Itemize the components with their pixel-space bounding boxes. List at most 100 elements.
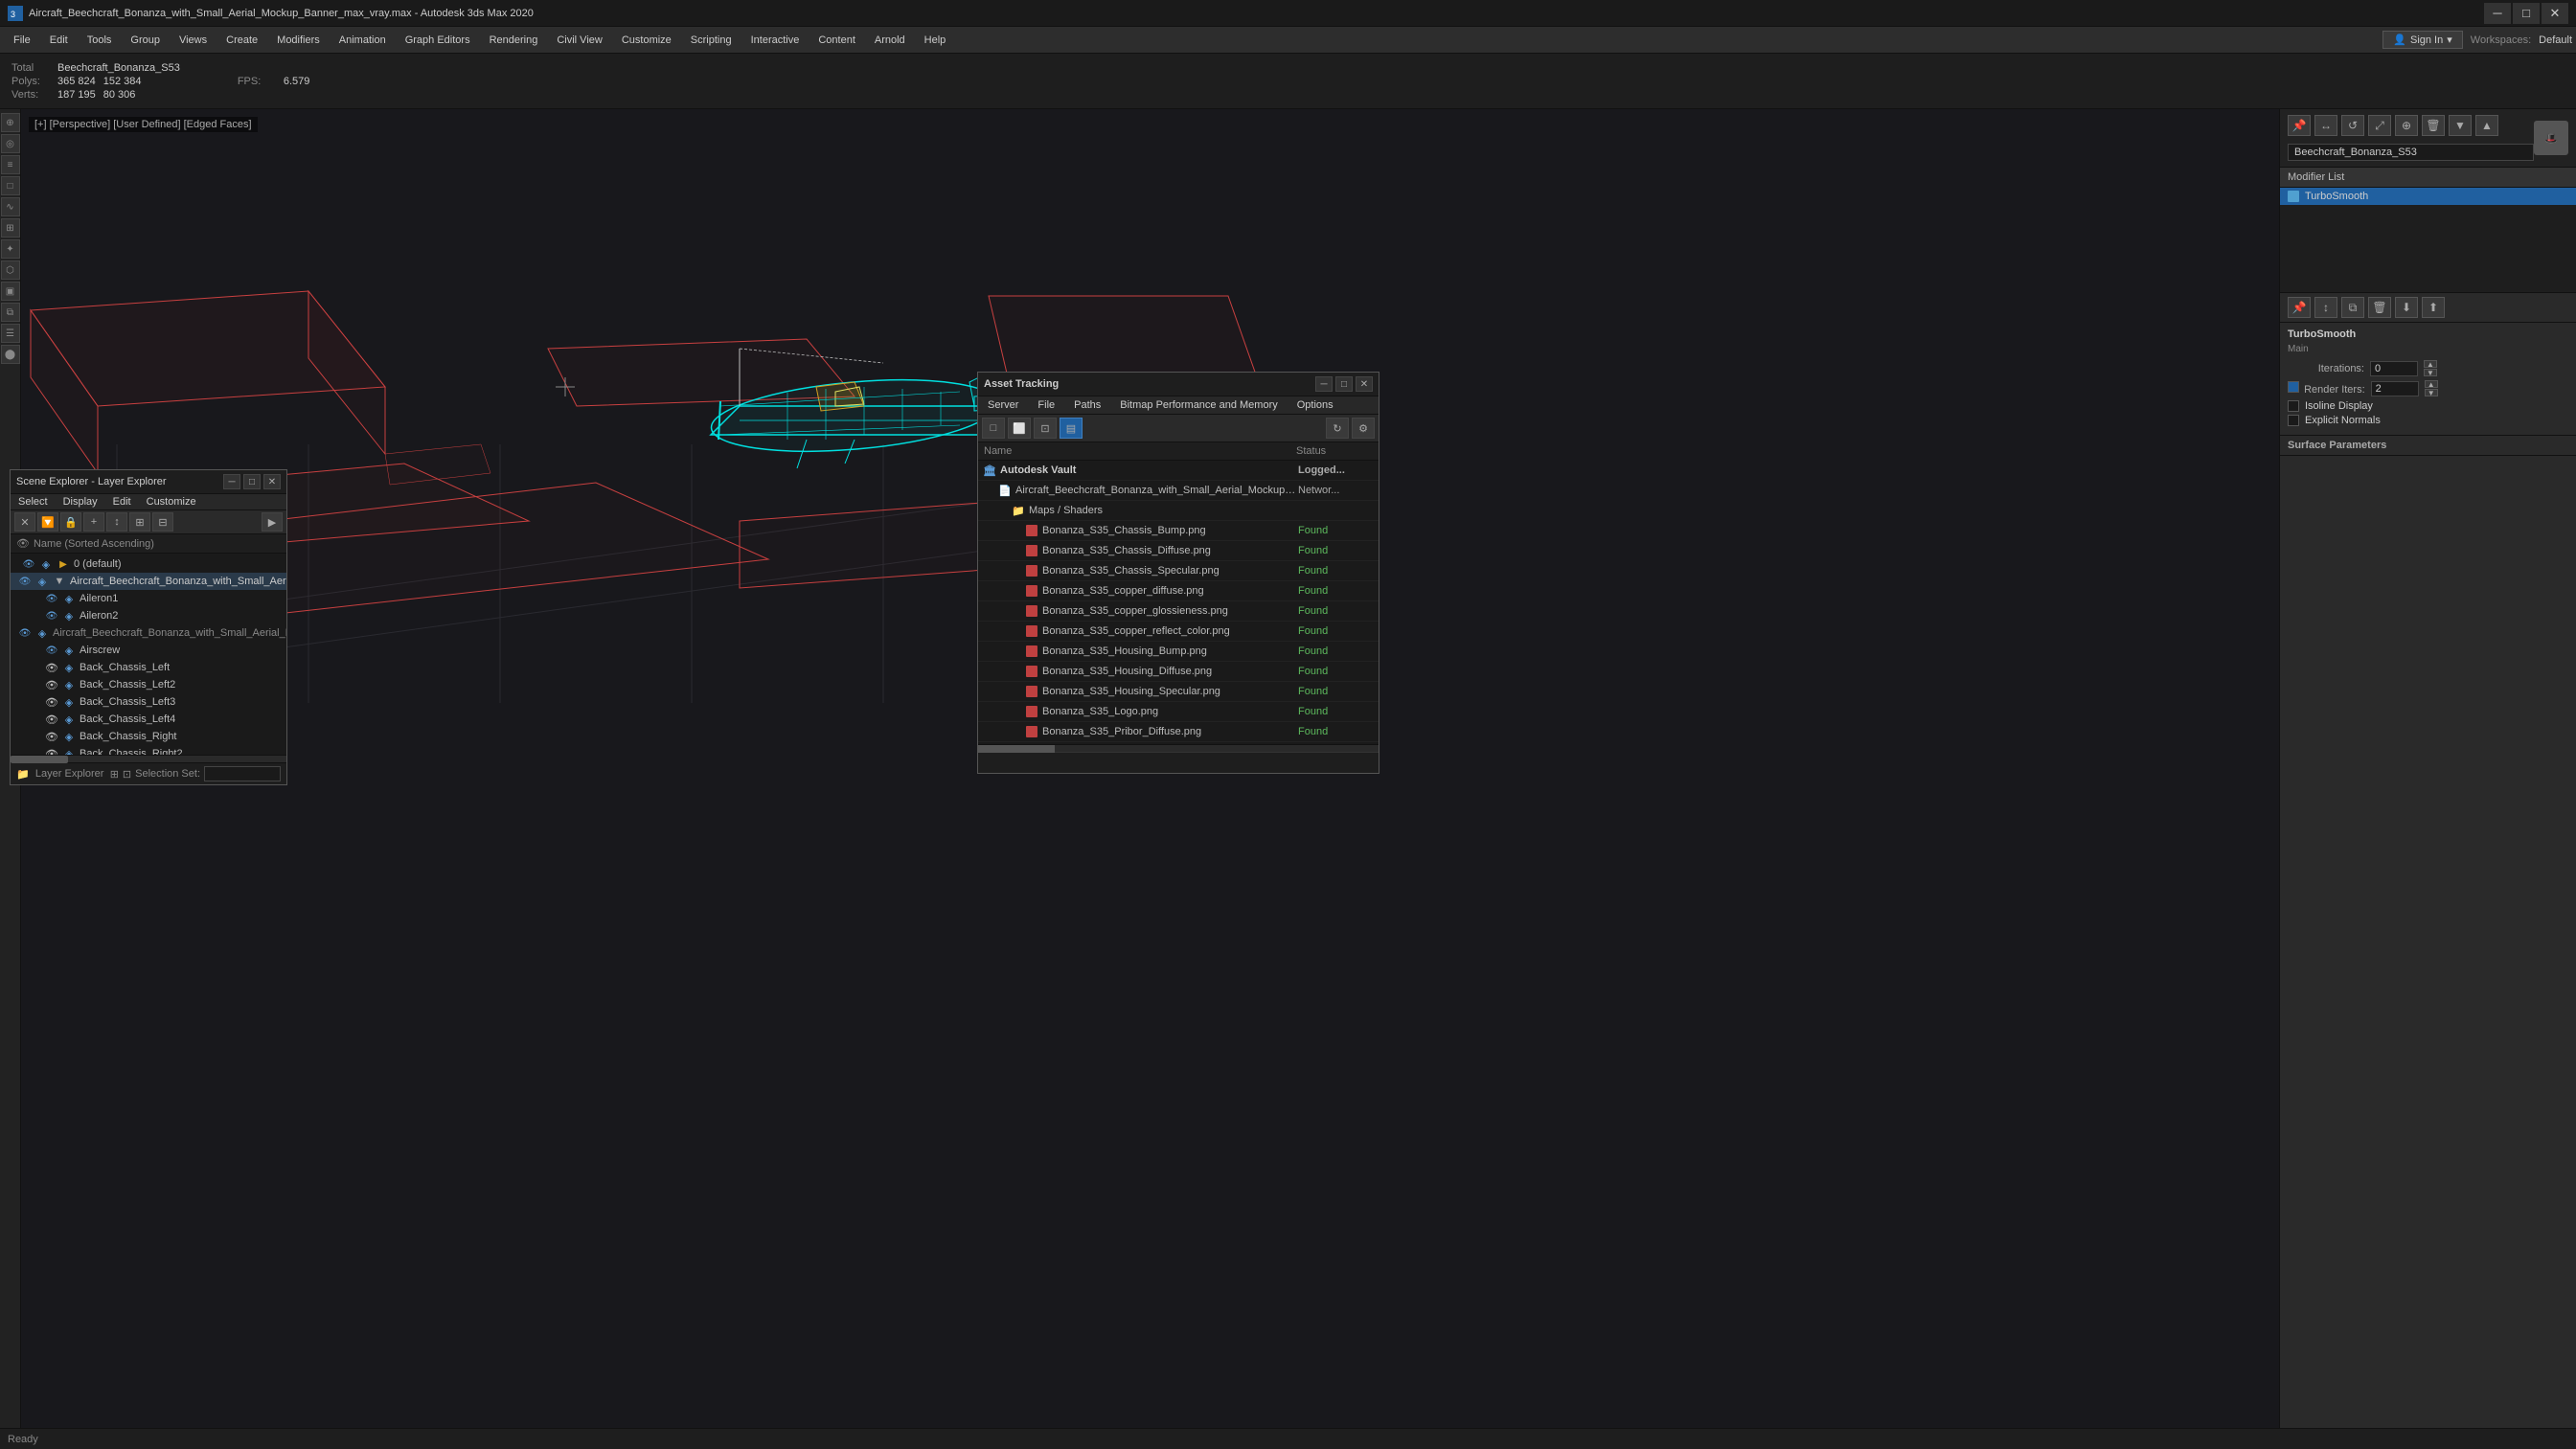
at-tree[interactable]: 🏛 Autodesk Vault Logged... 📄 Aircraft_Be…	[978, 461, 1379, 744]
se-tool-collapse[interactable]: ⊟	[152, 512, 173, 532]
left-tool-2[interactable]: ◎	[1, 134, 20, 153]
se-menu-customize[interactable]: Customize	[139, 494, 204, 509]
isoline-checkbox[interactable]	[2288, 400, 2299, 412]
menu-rendering[interactable]: Rendering	[480, 27, 548, 54]
at-menu-server[interactable]: Server	[978, 396, 1028, 414]
left-tool-4[interactable]: □	[1, 176, 20, 195]
se-tool-filter[interactable]: 🔽	[37, 512, 58, 532]
se-scrollbar[interactable]	[11, 755, 286, 762]
rp-tool-5[interactable]: ⊕	[2395, 115, 2418, 136]
rp-tool-scale[interactable]: ⤢	[2368, 115, 2391, 136]
mod-tool-move[interactable]: ↕	[2314, 297, 2337, 318]
render-iters-up[interactable]: ▲	[2425, 380, 2438, 388]
at-menu-paths[interactable]: Paths	[1064, 396, 1110, 414]
tree-item-back-chassis-left2[interactable]: 👁 ◈ Back_Chassis_Left2	[11, 676, 286, 693]
tree-item-back-chassis-left3[interactable]: 👁 ◈ Back_Chassis_Left3	[11, 693, 286, 711]
tree-item-airscrew[interactable]: 👁 ◈ Airscrew	[11, 642, 286, 659]
menu-scripting[interactable]: Scripting	[681, 27, 741, 54]
se-menu-edit[interactable]: Edit	[105, 494, 139, 509]
scene-canvas[interactable]: [+] [Perspective] [User Defined] [Edged …	[21, 109, 2279, 1449]
at-file-item[interactable]: 📄 Aircraft_Beechcraft_Bonanza_with_Small…	[978, 481, 1379, 501]
se-tool-sort[interactable]: ↕	[106, 512, 127, 532]
at-tex-chassis-bump[interactable]: Bonanza_S35_Chassis_Bump.png Found	[978, 521, 1379, 541]
left-tool-9[interactable]: ▣	[1, 282, 20, 301]
menu-civil-view[interactable]: Civil View	[547, 27, 611, 54]
left-tool-5[interactable]: ∿	[1, 197, 20, 216]
menu-views[interactable]: Views	[170, 27, 217, 54]
modifier-list-content[interactable]: TurboSmooth	[2280, 188, 2576, 293]
at-menu-bitmap[interactable]: Bitmap Performance and Memory	[1110, 396, 1287, 414]
at-tex-chassis-diffuse[interactable]: Bonanza_S35_Chassis_Diffuse.png Found	[978, 541, 1379, 561]
iterations-up[interactable]: ▲	[2424, 360, 2437, 368]
rp-tool-pin[interactable]: 📌	[2288, 115, 2311, 136]
menu-graph-editors[interactable]: Graph Editors	[396, 27, 480, 54]
left-tool-7[interactable]: ✦	[1, 239, 20, 259]
close-button[interactable]: ✕	[2542, 3, 2568, 24]
at-tex-copper-reflect[interactable]: Bonanza_S35_copper_reflect_color.png Fou…	[978, 622, 1379, 642]
menu-group[interactable]: Group	[121, 27, 170, 54]
se-minimize-button[interactable]: ─	[223, 474, 240, 489]
left-tool-11[interactable]: ☰	[1, 324, 20, 343]
mod-tool-collapse[interactable]: ⬇	[2395, 297, 2418, 318]
left-tool-8[interactable]: ⬡	[1, 260, 20, 280]
se-tool-lock[interactable]: 🔒	[60, 512, 81, 532]
maximize-button[interactable]: □	[2513, 3, 2540, 24]
tree-item-back-chassis-left[interactable]: 👁 ◈ Back_Chassis_Left	[11, 659, 286, 676]
menu-tools[interactable]: Tools	[78, 27, 122, 54]
at-maps-folder[interactable]: 📁 Maps / Shaders	[978, 501, 1379, 521]
left-tool-10[interactable]: ⧉	[1, 303, 20, 322]
at-tool-settings[interactable]: ⚙	[1352, 418, 1375, 439]
left-tool-3[interactable]: ≡	[1, 155, 20, 174]
selection-set-input[interactable]	[204, 766, 281, 781]
rp-tool-6[interactable]: 🗑	[2422, 115, 2445, 136]
at-menu-file[interactable]: File	[1028, 396, 1064, 414]
modifier-turbosmooth[interactable]: TurboSmooth	[2280, 188, 2576, 205]
minimize-button[interactable]: ─	[2484, 3, 2511, 24]
menu-file[interactable]: File	[4, 27, 40, 54]
left-tool-12[interactable]: ⬤	[1, 345, 20, 364]
se-tool-x[interactable]: ✕	[14, 512, 35, 532]
at-scrollbar[interactable]	[978, 744, 1379, 752]
at-minimize-button[interactable]: ─	[1315, 376, 1333, 392]
at-tool-4[interactable]: ▤	[1060, 418, 1083, 439]
menu-edit[interactable]: Edit	[40, 27, 78, 54]
menu-content[interactable]: Content	[809, 27, 865, 54]
at-tex-copper-diffuse[interactable]: Bonanza_S35_copper_diffuse.png Found	[978, 581, 1379, 601]
menu-animation[interactable]: Animation	[330, 27, 396, 54]
tree-item-back-chassis-right2[interactable]: 👁 ◈ Back_Chassis_Right2	[11, 745, 286, 755]
se-tool-expand[interactable]: ⊞	[129, 512, 150, 532]
scene-explorer-titlebar[interactable]: Scene Explorer - Layer Explorer ─ □ ✕	[11, 470, 286, 494]
at-tool-1[interactable]: □	[982, 418, 1005, 439]
tree-item-aircraft-parent[interactable]: 👁 ◈ ▼ Aircraft_Beechcraft_Bonanza_with_S…	[11, 573, 286, 590]
iterations-down[interactable]: ▼	[2424, 369, 2437, 376]
sign-in-button[interactable]: 👤 Sign In ▾	[2382, 31, 2462, 49]
iterations-input[interactable]	[2370, 361, 2418, 376]
render-iters-checkbox[interactable]	[2288, 381, 2299, 393]
at-input-bar[interactable]	[978, 752, 1379, 773]
viewport-area[interactable]: [+] [Perspective] [User Defined] [Edged …	[21, 109, 2279, 1449]
rp-tool-7[interactable]: ▼	[2449, 115, 2472, 136]
at-tex-pribor[interactable]: Bonanza_S35_Pribor_Diffuse.png Found	[978, 722, 1379, 742]
se-close-button[interactable]: ✕	[263, 474, 281, 489]
at-tex-housing-specular[interactable]: Bonanza_S35_Housing_Specular.png Found	[978, 682, 1379, 702]
se-menu-display[interactable]: Display	[56, 494, 105, 509]
at-tex-housing-bump[interactable]: Bonanza_S35_Housing_Bump.png Found	[978, 642, 1379, 662]
at-tool-3[interactable]: ⊡	[1034, 418, 1057, 439]
se-tree[interactable]: 👁 ◈ ▶ 0 (default) 👁 ◈ ▼ Aircraft_Beechcr…	[11, 554, 286, 755]
mod-tool-copy[interactable]: ⧉	[2341, 297, 2364, 318]
menu-customize[interactable]: Customize	[612, 27, 681, 54]
se-maximize-button[interactable]: □	[243, 474, 261, 489]
at-vault-item[interactable]: 🏛 Autodesk Vault Logged...	[978, 461, 1379, 481]
menu-arnold[interactable]: Arnold	[865, 27, 915, 54]
at-tex-housing-diffuse[interactable]: Bonanza_S35_Housing_Diffuse.png Found	[978, 662, 1379, 682]
mod-tool-6[interactable]: ⬆	[2422, 297, 2445, 318]
tree-item-layer0[interactable]: 👁 ◈ ▶ 0 (default)	[11, 555, 286, 573]
render-iters-down[interactable]: ▼	[2425, 389, 2438, 396]
left-tool-1[interactable]: ⊕	[1, 113, 20, 132]
at-tex-copper-gloss[interactable]: Bonanza_S35_copper_glossieness.png Found	[978, 601, 1379, 622]
at-titlebar[interactable]: Asset Tracking ─ □ ✕	[978, 373, 1379, 396]
at-tool-refresh[interactable]: ↻	[1326, 418, 1349, 439]
at-tex-logo[interactable]: Bonanza_S35_Logo.png Found	[978, 702, 1379, 722]
explicit-normals-checkbox[interactable]	[2288, 415, 2299, 426]
tree-item-aircraft-child[interactable]: 👁 ◈ Aircraft_Beechcraft_Bonanza_with_Sma…	[11, 624, 286, 642]
